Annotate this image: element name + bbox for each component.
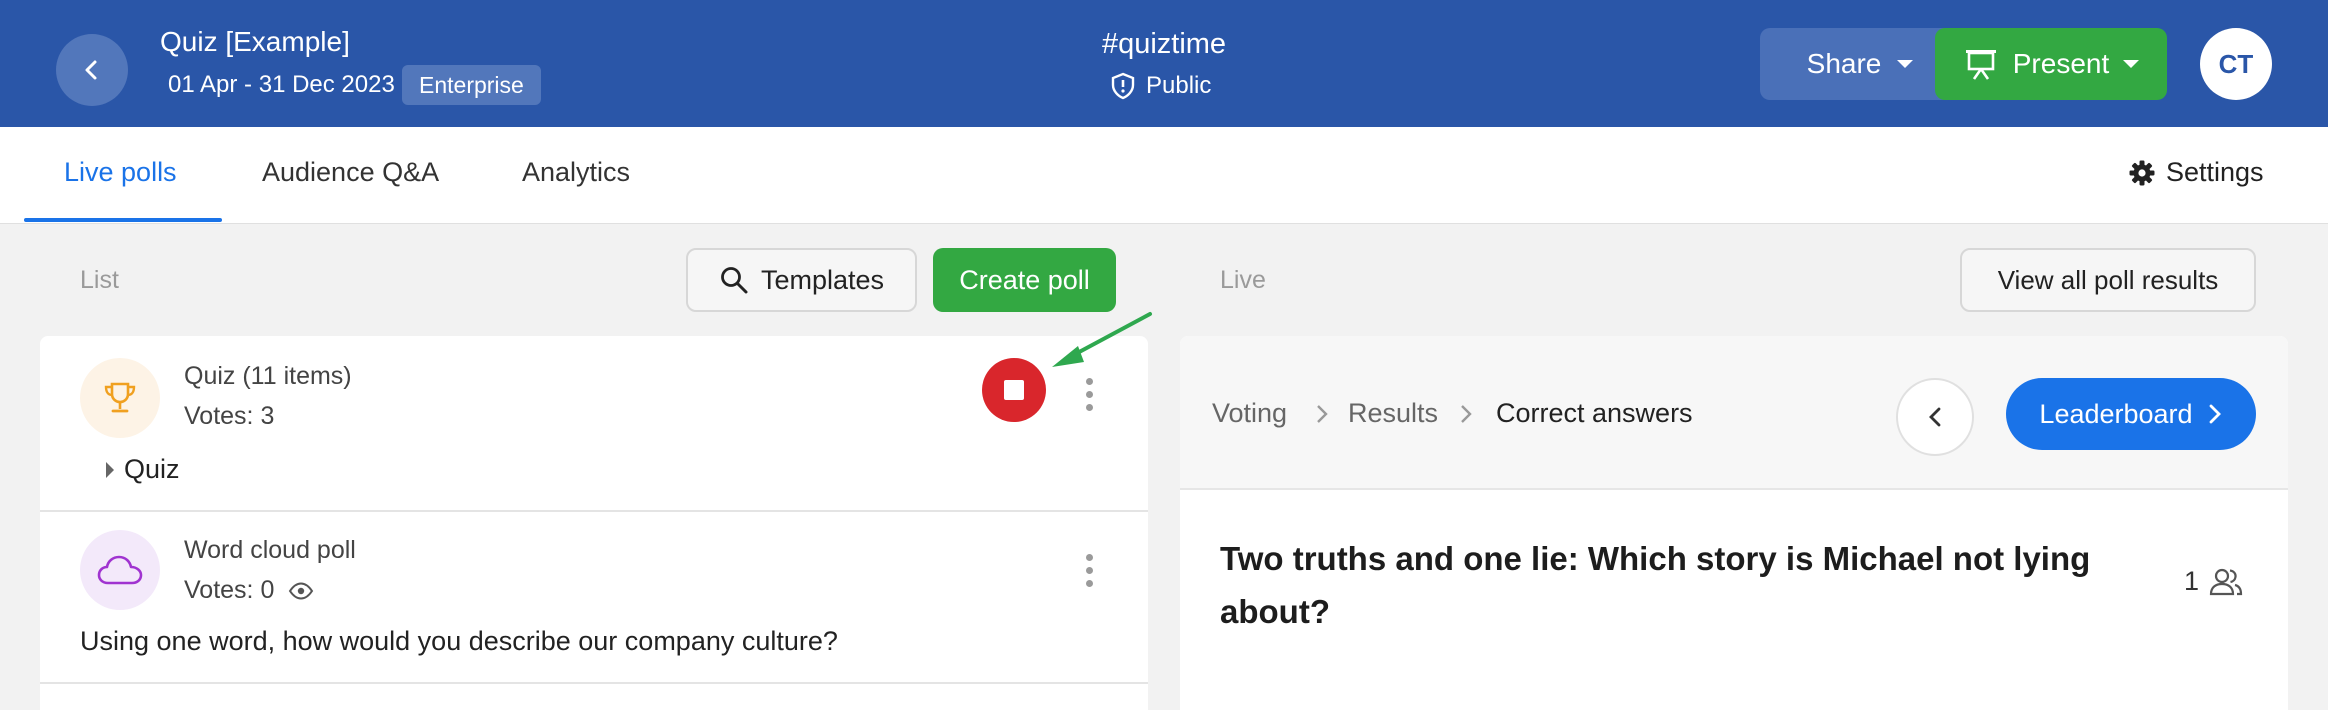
users-icon: [2209, 568, 2243, 595]
chevron-left-icon: [1929, 407, 1941, 427]
chevron-right-icon: [1461, 405, 1472, 423]
tab-live-polls[interactable]: Live polls: [64, 157, 177, 188]
shield-icon: [1111, 72, 1135, 100]
cloud-icon: [97, 555, 143, 585]
chevron-left-icon: [85, 60, 97, 80]
user-avatar[interactable]: CT: [2200, 28, 2272, 100]
tab-analytics[interactable]: Analytics: [522, 157, 630, 188]
active-tab-indicator: [24, 218, 222, 222]
live-poll-card: Voting Results Correct answers Leaderboa…: [1180, 336, 2288, 710]
caret-right-icon: [106, 461, 114, 478]
poll-title-toggle[interactable]: Quiz: [104, 454, 180, 485]
stop-icon: [1004, 380, 1024, 400]
poll-question: Two truths and one lie: Which story is M…: [1220, 540, 2091, 630]
chevron-right-icon: [2209, 404, 2221, 424]
event-title: Quiz [Example]: [160, 26, 350, 57]
trophy-icon: [104, 382, 136, 413]
poll-list-item[interactable]: [40, 684, 1148, 710]
create-poll-button[interactable]: Create poll: [933, 248, 1116, 312]
poll-type: Quiz (11 items): [184, 362, 352, 390]
poll-votes: Votes: 3: [184, 402, 274, 431]
top-header: Quiz [Example] 01 Apr - 31 Dec 2023 Ente…: [0, 0, 2328, 127]
live-section-label: Live: [1220, 266, 1266, 294]
settings-label: Settings: [2166, 157, 2264, 187]
poll-type: Word cloud poll: [184, 536, 356, 564]
previous-button[interactable]: [1896, 378, 1974, 456]
leaderboard-button[interactable]: Leaderboard: [2006, 378, 2256, 450]
breadcrumb-voting[interactable]: Voting: [1212, 398, 1287, 429]
annotation-arrow-icon: [1052, 312, 1152, 367]
poll-title: Quiz: [124, 454, 180, 484]
event-privacy[interactable]: Public: [1110, 72, 1211, 100]
back-button[interactable]: [56, 34, 128, 106]
poll-title: Using one word, how would you describe o…: [80, 626, 838, 656]
presentation-icon: [1965, 50, 1996, 80]
templates-label: Templates: [760, 264, 885, 295]
chevron-right-icon: [1317, 405, 1328, 423]
search-icon: [721, 267, 748, 294]
votes-label: Votes: 0: [184, 576, 275, 604]
event-dates: 01 Apr - 31 Dec 2023: [168, 71, 395, 98]
list-section-label: List: [80, 266, 119, 294]
tab-bar: Live polls Audience Q&A Analytics Settin…: [0, 127, 2328, 224]
templates-button[interactable]: Templates: [686, 248, 917, 312]
event-code: #quiztime: [1101, 28, 1227, 60]
share-label: Share: [1806, 48, 1882, 79]
tab-audience-qa[interactable]: Audience Q&A: [262, 157, 439, 188]
present-label: Present: [2012, 48, 2110, 79]
plan-badge: Enterprise: [402, 65, 541, 105]
present-button[interactable]: Present: [1935, 28, 2167, 100]
more-options-icon[interactable]: [1082, 554, 1096, 587]
poll-votes: Votes: 0: [184, 576, 314, 605]
eye-icon: [289, 581, 314, 600]
breadcrumb-correct-answers[interactable]: Correct answers: [1496, 398, 1693, 429]
view-all-results-button[interactable]: View all poll results: [1960, 248, 2256, 312]
caret-down-icon: [2123, 60, 2140, 68]
leaderboard-label: Leaderboard: [2039, 398, 2193, 429]
poll-icon: [80, 358, 160, 438]
participant-count-value: 1: [2184, 566, 2200, 596]
participant-count: 1: [2184, 566, 2243, 597]
more-options-icon[interactable]: [1082, 378, 1096, 411]
breadcrumb-results[interactable]: Results: [1348, 398, 1438, 429]
caret-down-icon: [1897, 60, 1914, 68]
stop-poll-button[interactable]: [982, 358, 1046, 422]
poll-list-item[interactable]: Word cloud poll Votes: 0 Using one word,…: [40, 512, 1148, 684]
gear-icon: [2129, 160, 2155, 185]
privacy-label: Public: [1146, 72, 1212, 99]
poll-icon: [80, 530, 160, 610]
votes-label: Votes: 3: [184, 402, 275, 430]
share-button[interactable]: Share: [1760, 28, 1960, 100]
settings-button[interactable]: Settings: [2128, 157, 2264, 188]
poll-list-item[interactable]: Quiz (11 items) Votes: 3 Quiz: [40, 336, 1148, 512]
live-poll-toolbar: Voting Results Correct answers Leaderboa…: [1180, 336, 2288, 490]
